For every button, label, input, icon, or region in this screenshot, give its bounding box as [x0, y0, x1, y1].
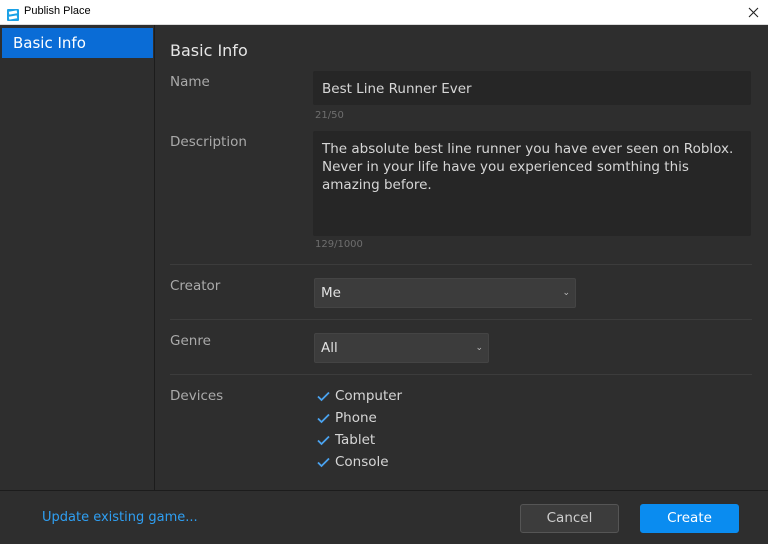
creator-dropdown[interactable]: Me ⌄	[314, 278, 576, 308]
chevron-down-icon: ⌄	[475, 343, 483, 353]
dialog-footer: Update existing game... Cancel Create	[0, 490, 768, 544]
name-input[interactable]: Best Line Runner Ever	[313, 71, 751, 105]
device-option-tablet[interactable]: Tablet	[317, 430, 375, 450]
checkmark-icon[interactable]	[317, 456, 330, 469]
create-button[interactable]: Create	[640, 504, 739, 533]
divider	[170, 374, 752, 375]
sidebar-item-basic-info[interactable]: Basic Info	[2, 28, 153, 58]
checkmark-icon[interactable]	[317, 412, 330, 425]
divider	[170, 264, 752, 265]
device-option-phone[interactable]: Phone	[317, 408, 377, 428]
creator-label: Creator	[170, 278, 221, 294]
name-label: Name	[170, 74, 210, 90]
roblox-studio-icon	[7, 6, 19, 21]
main-panel: Basic Info Name Best Line Runner Ever 21…	[156, 25, 768, 490]
device-option-label: Tablet	[335, 432, 376, 448]
checkmark-icon[interactable]	[317, 434, 330, 447]
window-titlebar: Publish Place	[0, 0, 768, 25]
genre-label: Genre	[170, 333, 211, 349]
update-existing-game-link[interactable]: Update existing game...	[42, 510, 198, 525]
window-title: Publish Place	[24, 5, 91, 17]
description-label: Description	[170, 134, 247, 150]
devices-label: Devices	[170, 388, 224, 404]
divider	[170, 319, 752, 320]
device-option-computer[interactable]: Computer	[317, 386, 402, 406]
chevron-down-icon: ⌄	[562, 288, 570, 298]
description-input[interactable]: The absolute best line runner you have e…	[313, 131, 751, 236]
genre-selected-value: All	[321, 340, 338, 356]
cancel-button[interactable]: Cancel	[520, 504, 619, 533]
name-counter: 21/50	[315, 110, 344, 121]
genre-dropdown[interactable]: All ⌄	[314, 333, 489, 363]
device-option-console[interactable]: Console	[317, 452, 389, 472]
creator-selected-value: Me	[321, 285, 341, 301]
sidebar: Basic Info	[0, 25, 155, 490]
description-counter: 129/1000	[315, 239, 363, 250]
page-title: Basic Info	[170, 41, 248, 60]
device-option-label: Console	[335, 454, 389, 470]
checkmark-icon[interactable]	[317, 390, 330, 403]
device-option-label: Computer	[335, 388, 403, 404]
close-icon[interactable]	[738, 0, 768, 25]
device-option-label: Phone	[335, 410, 377, 426]
